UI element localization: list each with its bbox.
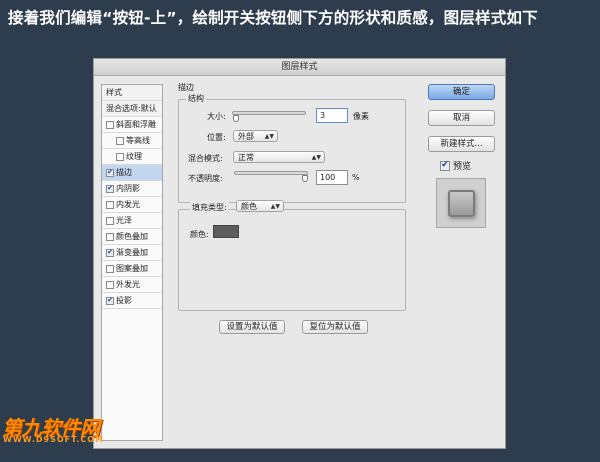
style-list-item[interactable]: ✔ 投影 bbox=[102, 293, 162, 309]
style-list-item-label: 等高线 bbox=[126, 136, 150, 145]
style-checkbox[interactable]: ✔ bbox=[106, 248, 114, 257]
style-list-item[interactable]: 样式 bbox=[102, 85, 162, 101]
preview-checkbox-row[interactable]: ✔ 预览 bbox=[440, 159, 471, 172]
position-value: 外部 bbox=[238, 132, 254, 141]
style-checkbox[interactable] bbox=[106, 200, 114, 209]
blend-mode-label: 混合模式: bbox=[188, 154, 223, 163]
style-list-item-label: 混合选项:默认 bbox=[106, 104, 157, 113]
style-list-item-label: 渐变叠加 bbox=[116, 248, 148, 257]
style-list-item[interactable]: 纹理 bbox=[102, 149, 162, 165]
ok-button[interactable]: 确定 bbox=[428, 84, 495, 100]
dialog-titlebar: 图层样式 bbox=[94, 59, 505, 76]
styles-list-panel: 样式 混合选项:默认 斜面和浮雕 等高线 纹理 ✔ 描边 ✔ 内阴影 内发光 光泽 颜色叠加 ✔ 渐变叠加… bbox=[101, 84, 163, 441]
size-label: 大小: bbox=[207, 112, 226, 121]
size-value: 3 bbox=[320, 111, 326, 120]
style-list-item[interactable]: ✔ 渐变叠加 bbox=[102, 245, 162, 261]
style-list-item-label: 光泽 bbox=[116, 216, 132, 225]
opacity-unit-label: % bbox=[352, 173, 360, 182]
style-checkbox[interactable] bbox=[106, 120, 114, 129]
opacity-value: 100 bbox=[320, 173, 336, 182]
style-list-item-label: 样式 bbox=[106, 88, 122, 97]
style-list-item[interactable]: 外发光 bbox=[102, 277, 162, 293]
style-list-item[interactable]: 光泽 bbox=[102, 213, 162, 229]
size-input[interactable]: 3 bbox=[316, 108, 348, 123]
style-checkbox[interactable]: ✔ bbox=[106, 168, 114, 177]
style-checkbox[interactable]: ✔ bbox=[106, 296, 114, 305]
color-label: 颜色: bbox=[190, 230, 209, 239]
style-list-item-label: 投影 bbox=[116, 296, 132, 305]
fill-type-select[interactable]: 颜色 ▲▼ bbox=[236, 200, 284, 212]
style-checkbox[interactable] bbox=[106, 280, 114, 289]
new-style-button[interactable]: 新建样式... bbox=[428, 136, 495, 152]
reset-default-button[interactable]: 复位为默认值 bbox=[302, 320, 368, 334]
style-list-item-label: 纹理 bbox=[126, 152, 142, 161]
fill-type-value: 颜色 bbox=[241, 202, 257, 211]
style-list-item[interactable]: ✔ 内阴影 bbox=[102, 181, 162, 197]
style-checkbox[interactable]: ✔ bbox=[106, 184, 114, 193]
style-checkbox[interactable] bbox=[116, 136, 124, 145]
opacity-label: 不透明度: bbox=[188, 174, 223, 183]
style-checkbox[interactable] bbox=[106, 264, 114, 273]
style-checkbox[interactable] bbox=[106, 216, 114, 225]
blend-mode-value: 正常 bbox=[238, 153, 254, 162]
select-arrows-icon: ▲▼ bbox=[270, 203, 280, 210]
caption-text: 接着我们编辑“按钮-上”，绘制开关按钮侧下方的形状和质感，图层样式如下 bbox=[8, 9, 538, 27]
style-list-item[interactable]: 混合选项:默认 bbox=[102, 101, 162, 117]
opacity-slider-thumb[interactable] bbox=[302, 175, 308, 182]
style-list-item-label: 内阴影 bbox=[116, 184, 140, 193]
style-list-item-label: 图案叠加 bbox=[116, 264, 148, 273]
site-watermark-url: WWW.D9SOFT.COM bbox=[3, 435, 105, 444]
style-list-item[interactable]: ✔ 描边 bbox=[102, 165, 162, 181]
style-checkbox[interactable] bbox=[106, 232, 114, 241]
style-list-item-label: 颜色叠加 bbox=[116, 232, 148, 241]
style-list-item[interactable]: 图案叠加 bbox=[102, 261, 162, 277]
opacity-slider[interactable] bbox=[234, 171, 308, 175]
style-list-item[interactable]: 颜色叠加 bbox=[102, 229, 162, 245]
style-preview-thumbnail bbox=[436, 178, 486, 228]
position-label: 位置: bbox=[207, 133, 226, 142]
position-select[interactable]: 外部 ▲▼ bbox=[233, 130, 278, 142]
style-list-item[interactable]: 内发光 bbox=[102, 197, 162, 213]
style-list-item-label: 内发光 bbox=[116, 200, 140, 209]
style-list-item[interactable]: 斜面和浮雕 bbox=[102, 117, 162, 133]
style-list-item[interactable]: 等高线 bbox=[102, 133, 162, 149]
preview-button-shape bbox=[448, 190, 475, 217]
set-default-button[interactable]: 设置为默认值 bbox=[219, 320, 285, 334]
preview-checkbox[interactable]: ✔ bbox=[440, 160, 450, 171]
structure-title: 结构 bbox=[186, 93, 206, 104]
style-list-item-label: 描边 bbox=[116, 168, 132, 177]
select-arrows-icon: ▲▼ bbox=[311, 154, 321, 161]
stroke-section-title: 描边 bbox=[178, 83, 194, 92]
stroke-color-swatch[interactable] bbox=[213, 225, 239, 238]
preview-label: 预览 bbox=[453, 162, 472, 172]
select-arrows-icon: ▲▼ bbox=[264, 133, 274, 140]
size-slider[interactable] bbox=[232, 111, 306, 115]
style-list-item-label: 斜面和浮雕 bbox=[116, 120, 156, 129]
style-list-item-label: 外发光 bbox=[116, 280, 140, 289]
size-unit-label: 像素 bbox=[353, 112, 369, 121]
layer-style-dialog: 图层样式 样式 混合选项:默认 斜面和浮雕 等高线 纹理 ✔ 描边 ✔ 内阴影 内发光 光泽 颜色叠加… bbox=[93, 58, 506, 449]
style-checkbox[interactable] bbox=[116, 152, 124, 161]
fill-type-label: 填充类型: bbox=[190, 202, 229, 213]
cancel-button[interactable]: 取消 bbox=[428, 110, 495, 126]
opacity-input[interactable]: 100 bbox=[316, 170, 348, 185]
blend-mode-select[interactable]: 正常 ▲▼ bbox=[233, 151, 325, 163]
